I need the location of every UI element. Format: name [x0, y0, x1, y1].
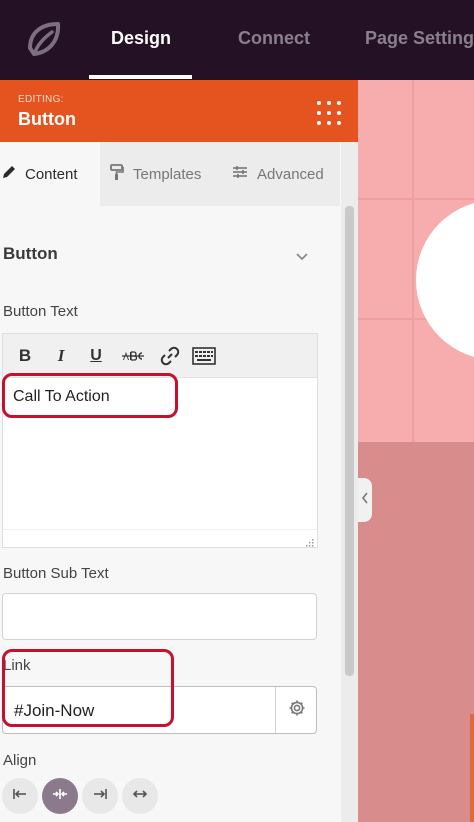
button-text-value[interactable]: Call To Action [13, 388, 110, 406]
paint-roller-icon [110, 164, 124, 184]
nav-tab-design[interactable]: Design [111, 28, 171, 49]
bold-icon[interactable]: B [15, 344, 35, 368]
sidebar-scroll-thumb[interactable] [345, 206, 354, 676]
pencil-icon [2, 165, 16, 183]
sliders-icon [232, 165, 248, 183]
block-settings-sidebar: EDITING: Button Content Templates Advanc… [0, 80, 358, 822]
preview-button-edge[interactable] [470, 714, 474, 822]
active-tab-underline [89, 75, 192, 79]
tab-content-label: Content [25, 165, 78, 183]
page-preview[interactable] [358, 80, 474, 822]
resize-grip-icon[interactable] [304, 534, 314, 547]
seedprod-logo-icon[interactable] [22, 18, 66, 62]
tab-content[interactable]: Content [0, 142, 100, 206]
tab-templates-label: Templates [133, 165, 202, 183]
align-full-button[interactable] [122, 778, 158, 814]
link-value[interactable]: #Join-Now [14, 701, 94, 721]
link-icon[interactable] [158, 344, 182, 368]
editor-statusbar [3, 529, 317, 547]
button-text-editor[interactable]: B I U Call To Action [2, 333, 318, 548]
align-center-icon [52, 787, 68, 805]
keyboard-icon[interactable] [191, 344, 217, 368]
button-sub-text-label: Button Sub Text [3, 565, 109, 582]
section-title: Button [3, 244, 58, 263]
link-settings-button[interactable] [276, 687, 317, 733]
sidebar-collapse-handle[interactable] [358, 478, 372, 522]
tab-templates[interactable]: Templates [110, 142, 220, 206]
underline-icon[interactable]: U [86, 344, 106, 368]
strikethrough-icon[interactable] [120, 344, 146, 368]
link-field[interactable]: #Join-Now [2, 686, 317, 734]
sidebar-scrollbar[interactable] [341, 142, 358, 822]
button-sub-text-input[interactable] [2, 593, 317, 640]
align-label: Align [3, 752, 37, 769]
align-left-button[interactable] [2, 778, 38, 814]
editing-caption: EDITING: [18, 94, 64, 105]
link-label: Link [3, 657, 31, 674]
italic-icon[interactable]: I [51, 344, 71, 368]
gear-icon [288, 699, 306, 722]
button-text-label: Button Text [3, 303, 78, 320]
top-navigation: Design Connect Page Settings [0, 0, 474, 80]
nav-tab-connect[interactable]: Connect [238, 28, 310, 49]
align-left-icon [12, 787, 28, 805]
panel-tabs: Content Templates Advanced [0, 142, 340, 206]
chevron-down-icon[interactable] [294, 248, 310, 264]
tab-advanced-label: Advanced [257, 165, 324, 183]
editing-header: EDITING: Button [0, 80, 358, 142]
tab-advanced[interactable]: Advanced [232, 142, 338, 206]
chevron-left-icon [361, 491, 369, 510]
align-right-button[interactable] [82, 778, 118, 814]
editor-toolbar: B I U [3, 334, 317, 378]
nav-tab-page-settings[interactable]: Page Settings [365, 28, 474, 49]
align-full-icon [132, 787, 148, 805]
align-right-icon [92, 787, 108, 805]
editing-title: Button [18, 109, 76, 129]
align-center-button[interactable] [42, 778, 78, 814]
block-grid-icon[interactable] [316, 100, 342, 126]
